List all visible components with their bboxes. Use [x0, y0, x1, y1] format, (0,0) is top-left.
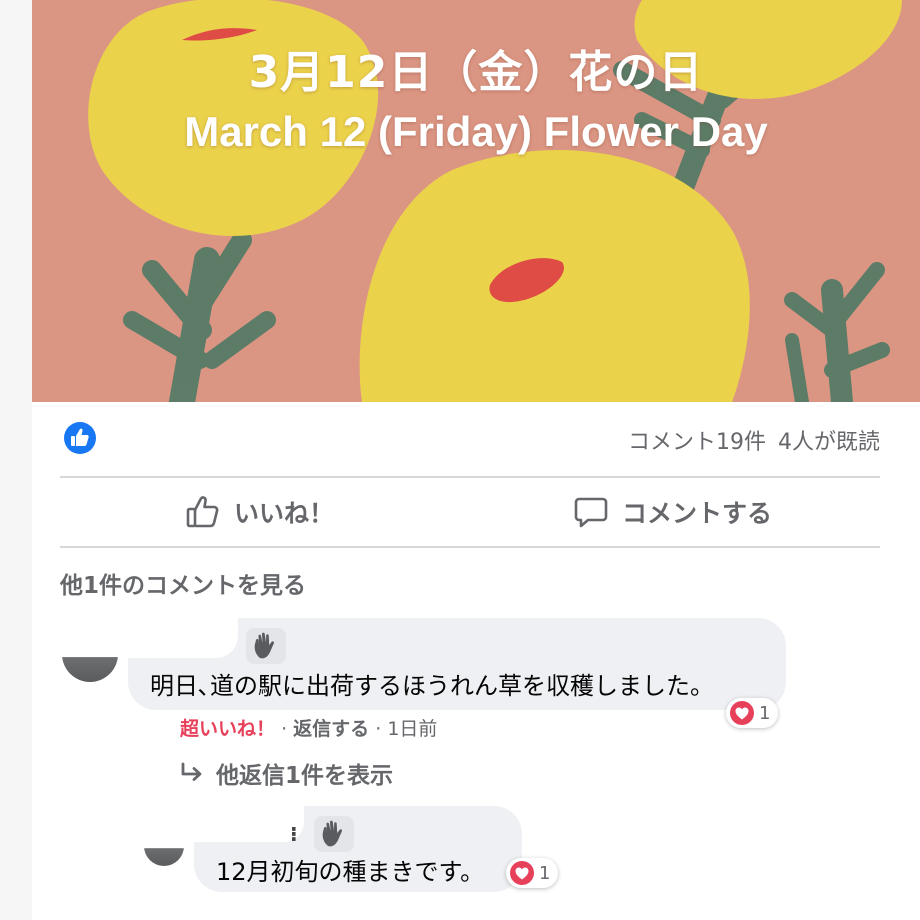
- meta-separator: ·: [281, 718, 294, 740]
- heart-icon: [510, 861, 534, 885]
- reply-arrow-icon: [181, 762, 202, 781]
- reply-text: 12月初旬の種まきです。: [216, 858, 485, 886]
- view-replies-label: 他返信1件を表示: [216, 763, 394, 789]
- banner-title-english: March 12 (Friday) Flower Day: [184, 108, 768, 155]
- reaction-count: 1: [759, 702, 771, 724]
- reply-button[interactable]: 返信する: [293, 718, 369, 740]
- comment-reaction-pill[interactable]: 1: [726, 698, 779, 728]
- super-like-button[interactable]: 超いいね！: [180, 718, 275, 740]
- post-card: 3月12日（金）花の日 March 12 (Friday) Flower Day…: [32, 0, 920, 920]
- comment-bubble-icon: [574, 497, 608, 528]
- hidden-author-name: [194, 798, 304, 842]
- post-image[interactable]: 3月12日（金）花の日 March 12 (Friday) Flower Day: [32, 0, 920, 402]
- avatar[interactable]: [62, 626, 118, 682]
- reaction-summary-row: コメント19件 4人が既読: [60, 418, 880, 458]
- comment-meta-row: 超いいね！ · 返信する · 1日前: [180, 714, 437, 741]
- hidden-author-name: [128, 610, 238, 658]
- like-thumb-icon[interactable]: [64, 422, 96, 454]
- reply-reaction-pill[interactable]: 1: [506, 858, 559, 888]
- like-button[interactable]: いいね！: [186, 478, 334, 546]
- heart-icon: [730, 701, 754, 725]
- waving-hand-icon: [246, 628, 286, 664]
- stats-text: コメント19件 4人が既読: [628, 424, 880, 456]
- view-more-comments-link[interactable]: 他1件のコメントを見る: [60, 566, 306, 600]
- divider-bottom: [60, 546, 880, 548]
- comment-button[interactable]: コメントする: [574, 478, 772, 546]
- reaction-count: 1: [539, 862, 551, 884]
- heart-glyph: [515, 867, 529, 879]
- comment-button-label: コメントする: [622, 499, 773, 528]
- left-gutter: [0, 0, 32, 920]
- comment-timestamp[interactable]: 1日前: [387, 718, 437, 740]
- seen-count[interactable]: 4人が既読: [778, 430, 880, 455]
- banner-title-japanese: 3月12日（金）花の日: [248, 47, 704, 98]
- overflow-dots-icon: ⁝: [290, 822, 298, 846]
- thumbs-up-icon: [186, 496, 219, 528]
- comment-count[interactable]: コメント19件: [628, 430, 766, 455]
- like-button-label: いいね！: [234, 499, 335, 528]
- comment-text: 明日､道の駅に出荷するほうれん草を収穫しました。: [150, 672, 714, 700]
- action-bar: いいね！ コメントする: [60, 478, 880, 546]
- waving-hand-icon: [314, 816, 354, 852]
- like-thumb-icon-glyph: [71, 428, 89, 446]
- heart-glyph: [735, 707, 749, 719]
- view-replies-link[interactable]: 他返信1件を表示: [180, 756, 393, 790]
- waving-hand-glyph: [322, 820, 343, 847]
- avatar[interactable]: [144, 826, 184, 866]
- meta-separator: ·: [375, 718, 388, 740]
- screen: 3月12日（金）花の日 March 12 (Friday) Flower Day…: [0, 0, 920, 920]
- waving-hand-glyph: [254, 632, 275, 659]
